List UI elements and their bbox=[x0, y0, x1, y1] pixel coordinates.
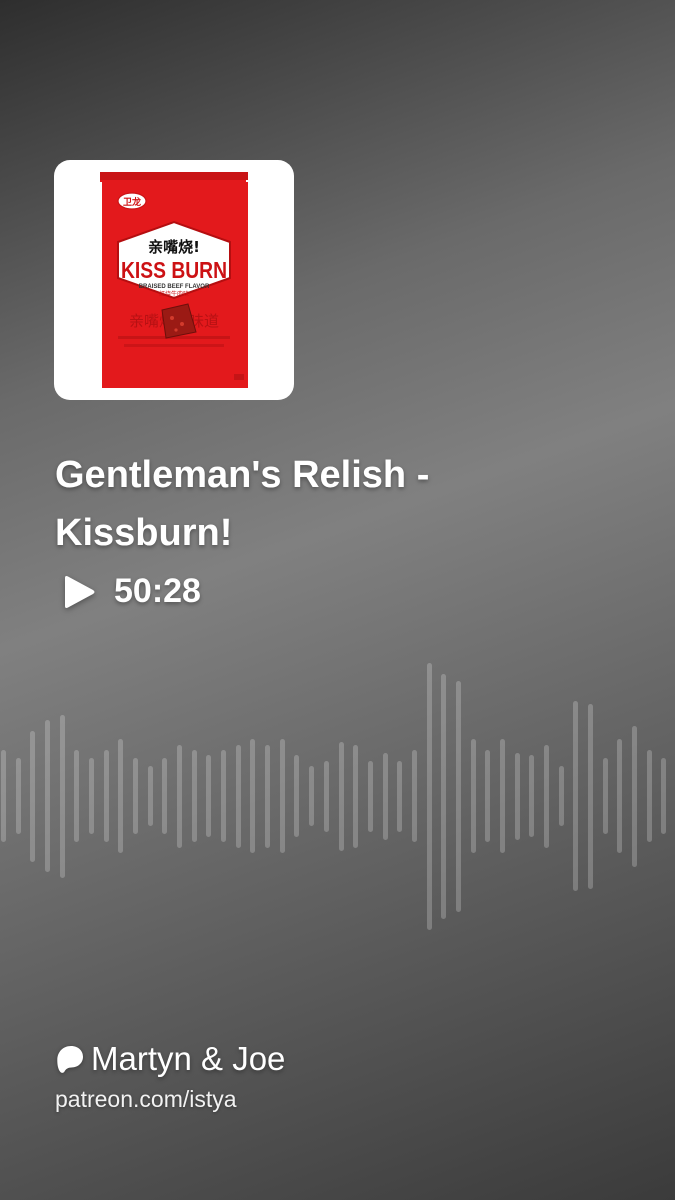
waveform-bar bbox=[632, 726, 637, 867]
waveform-bar bbox=[74, 750, 79, 842]
waveform-bar bbox=[456, 681, 461, 912]
waveform-bar bbox=[45, 720, 50, 872]
waveform-bar bbox=[250, 739, 255, 853]
audio-waveform bbox=[0, 660, 675, 932]
waveform-bar bbox=[588, 704, 593, 889]
waveform-bar bbox=[221, 750, 226, 842]
waveform-bar bbox=[515, 753, 520, 840]
waveform-bar bbox=[661, 758, 666, 834]
waveform-bar bbox=[647, 750, 652, 842]
waveform-bar bbox=[603, 758, 608, 834]
waveform-bar bbox=[1, 750, 6, 842]
waveform-bar bbox=[104, 750, 109, 842]
svg-text:亲嘴烧!: 亲嘴烧! bbox=[148, 238, 200, 256]
waveform-bar bbox=[368, 761, 373, 832]
waveform-bar bbox=[162, 758, 167, 834]
patreon-icon bbox=[57, 1046, 83, 1073]
svg-text:KISS BURN: KISS BURN bbox=[121, 257, 227, 283]
waveform-bar bbox=[617, 739, 622, 853]
waveform-bar bbox=[118, 739, 123, 853]
waveform-bar bbox=[412, 750, 417, 842]
waveform-bar bbox=[265, 745, 270, 848]
waveform-bar bbox=[559, 766, 564, 826]
waveform-bar bbox=[206, 755, 211, 837]
waveform-bar bbox=[133, 758, 138, 834]
waveform-bar bbox=[529, 755, 534, 837]
waveform-bar bbox=[236, 745, 241, 848]
waveform-bar bbox=[177, 745, 182, 848]
kiss-burn-bag-image: 卫龙 亲嘴烧! KISS BURN BRAISED BEEF FLAVOR 红烧… bbox=[100, 172, 248, 388]
waveform-bar bbox=[60, 715, 65, 878]
waveform-bar bbox=[192, 750, 197, 842]
waveform-bar bbox=[148, 766, 153, 826]
waveform-bar bbox=[500, 739, 505, 853]
waveform-bar bbox=[383, 753, 388, 840]
waveform-bar bbox=[294, 755, 299, 837]
waveform-bar bbox=[89, 758, 94, 834]
play-icon bbox=[65, 575, 95, 608]
waveform-bar bbox=[353, 745, 358, 848]
waveform-bar bbox=[471, 739, 476, 853]
waveform-bar bbox=[485, 750, 490, 842]
creator-url[interactable]: patreon.com/istya bbox=[55, 1086, 237, 1113]
waveform-bar bbox=[30, 731, 35, 862]
episode-artwork: 卫龙 亲嘴烧! KISS BURN BRAISED BEEF FLAVOR 红烧… bbox=[54, 160, 294, 400]
play-button[interactable]: 50:28 bbox=[60, 572, 201, 611]
waveform-bar bbox=[397, 761, 402, 832]
episode-title: Gentleman's Relish - Kissburn! bbox=[55, 454, 430, 554]
waveform-bar bbox=[573, 701, 578, 891]
waveform-bar bbox=[309, 766, 314, 826]
svg-text:红烧牛肉味: 红烧牛肉味 bbox=[159, 290, 189, 298]
creator-name: Martyn & Joe bbox=[91, 1040, 286, 1077]
waveform-bar bbox=[324, 761, 329, 832]
waveform-bar bbox=[339, 742, 344, 851]
waveform-bar bbox=[427, 663, 432, 930]
waveform-bar bbox=[441, 674, 446, 919]
creator-link[interactable]: Martyn & Joe bbox=[55, 1040, 285, 1078]
waveform-bar bbox=[16, 758, 21, 834]
waveform-bar bbox=[280, 739, 285, 853]
waveform-bar bbox=[544, 745, 549, 848]
svg-text:卫龙: 卫龙 bbox=[123, 196, 141, 208]
svg-text:BRAISED BEEF FLAVOR: BRAISED BEEF FLAVOR bbox=[139, 284, 210, 290]
episode-duration: 50:28 bbox=[114, 572, 201, 610]
